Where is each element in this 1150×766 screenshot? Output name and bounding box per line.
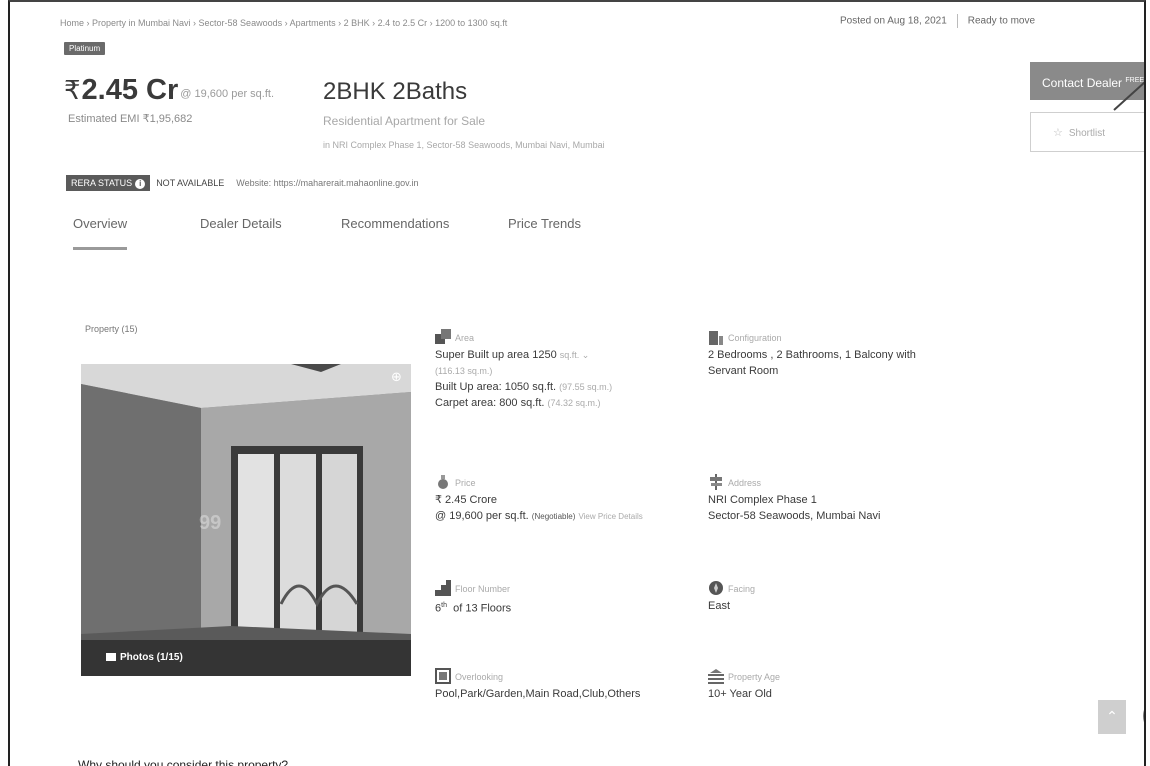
configuration-line1: 2 Bedrooms , 2 Bathrooms, 1 Balcony with bbox=[708, 349, 916, 361]
spec-heading-text: Property Age bbox=[728, 672, 781, 682]
spec-area: Area Super Built up area 1250 sq.ft. ⌄ (… bbox=[435, 329, 695, 411]
spec-heading-text: Configuration bbox=[728, 333, 782, 343]
divider bbox=[956, 14, 958, 28]
annotation-stroke bbox=[1113, 81, 1144, 111]
rera-value: NOT AVAILABLE bbox=[156, 178, 225, 188]
spec-overlooking: Overlooking Pool,Park/Garden,Main Road,C… bbox=[435, 668, 715, 702]
price-amount: 2.45 Cr bbox=[81, 74, 179, 106]
watermark: 99 bbox=[199, 512, 222, 534]
spec-heading-text: Overlooking bbox=[455, 672, 504, 682]
spec-address: Address NRI Complex Phase 1 Sector-58 Se… bbox=[708, 474, 1008, 524]
shortlist-label: Shortlist bbox=[1068, 128, 1105, 139]
address-line1: NRI Complex Phase 1 bbox=[708, 494, 817, 506]
floor-value: 6th of 13 Floors bbox=[435, 598, 695, 617]
spec-heading-text: Floor Number bbox=[455, 584, 511, 594]
spec-age-heading: Property Age bbox=[708, 668, 968, 686]
address-line2: Sector-58 Seawoods, Mumbai Navi bbox=[708, 510, 881, 522]
image-icon bbox=[106, 653, 116, 661]
page-frame: Home › Property in Mumbai Navi › Sector-… bbox=[8, 0, 1146, 766]
negotiable-label: (Negotiable) bbox=[531, 512, 576, 521]
room-image bbox=[81, 364, 411, 676]
listing-title: 2BHK 2Baths bbox=[323, 78, 468, 105]
rera-status: RERA STATUS i NOT AVAILABLE Website: https:… bbox=[66, 175, 419, 191]
per-sqft-value: @ 19,600 per sq.ft. bbox=[435, 510, 529, 522]
spec-configuration: Configuration 2 Bedrooms , 2 Bathrooms, … bbox=[708, 329, 1008, 379]
property-age-icon bbox=[708, 668, 724, 684]
chevron-down-icon[interactable]: ⌄ bbox=[579, 350, 590, 360]
carpet-sqm: (74.32 sq.m.) bbox=[547, 398, 601, 408]
listing-address: in NRI Complex Phase 1, Sector-58 Seawoo… bbox=[323, 140, 605, 150]
estimated-emi: Estimated EMI ₹1,95,682 bbox=[68, 113, 193, 125]
tab-price-trends[interactable]: Price Trends bbox=[508, 216, 581, 247]
super-built-sqm: (116.13 sq.m.) bbox=[435, 366, 493, 376]
price-per-sqft-line: @ 19,600 per sq.ft. (Negotiable) View Pr… bbox=[435, 508, 705, 525]
building-icon bbox=[708, 329, 724, 345]
built-up-sqm: (97.55 sq.m.) bbox=[559, 382, 613, 392]
floor-suffix: th bbox=[441, 602, 447, 609]
posted-date: Posted on Aug 18, 2021 bbox=[840, 15, 947, 27]
money-bag-icon bbox=[435, 474, 451, 490]
price-heading: ₹2.45 Cr @ 19,600 per sq.ft. bbox=[64, 74, 274, 107]
spec-heading-text: Address bbox=[728, 478, 762, 488]
stairs-icon bbox=[435, 580, 451, 596]
spec-facing: Facing East bbox=[708, 580, 968, 614]
carpet-area: Carpet area: 800 sq.ft. (74.32 sq.m.) bbox=[435, 395, 695, 411]
star-icon: ☆ bbox=[1053, 127, 1063, 139]
why-consider-heading: Why should you consider this property? bbox=[78, 758, 289, 766]
spec-floor: Floor Number 6th of 13 Floors bbox=[435, 580, 695, 617]
configuration-line2: Servant Room bbox=[708, 365, 779, 377]
spec-overlooking-heading: Overlooking bbox=[435, 668, 715, 686]
area-icon bbox=[435, 329, 451, 345]
rupee-symbol: ₹ bbox=[64, 75, 81, 105]
property-age-value: 10+ Year Old bbox=[708, 688, 772, 700]
breadcrumb[interactable]: Home › Property in Mumbai Navi › Sector-… bbox=[60, 18, 507, 28]
tab-dealer-details[interactable]: Dealer Details bbox=[200, 216, 282, 247]
scroll-to-top-button[interactable]: ⌃ bbox=[1098, 700, 1126, 734]
built-up-value: Built Up area: 1050 sq.ft. bbox=[435, 381, 557, 393]
view-price-details-link[interactable]: View Price Details bbox=[578, 512, 642, 521]
spec-floor-heading: Floor Number bbox=[435, 580, 695, 598]
posted-info: Posted on Aug 18, 2021 Ready to move bbox=[840, 14, 1035, 28]
property-photo[interactable]: 99 ⊕ Photos (1/15) bbox=[81, 364, 411, 676]
floor-total: of 13 Floors bbox=[453, 602, 512, 615]
super-built-area: Super Built up area 1250 sq.ft. ⌄ bbox=[435, 347, 695, 363]
spec-heading-text: Facing bbox=[728, 584, 756, 594]
spec-property-age: Property Age 10+ Year Old bbox=[708, 668, 968, 702]
rera-label: RERA STATUS bbox=[71, 178, 133, 188]
possession-status: Ready to move bbox=[967, 15, 1036, 27]
spec-heading-text: Price bbox=[455, 478, 476, 488]
listing-subtitle: Residential Apartment for Sale bbox=[323, 114, 486, 128]
super-built-value: Super Built up area 1250 bbox=[435, 349, 557, 361]
window-icon bbox=[435, 668, 451, 684]
overlooking-value: Pool,Park/Garden,Main Road,Club,Others bbox=[435, 688, 641, 700]
rera-website[interactable]: Website: https://maharerait.mahaonline.g… bbox=[236, 178, 418, 188]
tab-overview[interactable]: Overview bbox=[73, 216, 128, 250]
unit-dropdown[interactable]: sq.ft. bbox=[560, 350, 580, 360]
chevron-up-icon: ⌃ bbox=[1106, 708, 1118, 724]
tab-recommendations[interactable]: Recommendations bbox=[341, 216, 449, 247]
spec-area-heading: Area bbox=[435, 329, 695, 347]
spec-price: Price ₹ 2.45 Crore @ 19,600 per sq.ft. (… bbox=[435, 474, 705, 525]
zoom-icon[interactable]: ⊕ bbox=[391, 370, 405, 384]
platinum-badge: Platinum bbox=[64, 42, 106, 55]
facing-value: East bbox=[708, 600, 731, 612]
photos-count: Photos (1/15) bbox=[120, 652, 183, 663]
property-count: Property (15) bbox=[85, 324, 138, 334]
chat-icon[interactable] bbox=[1143, 696, 1144, 736]
built-up-area: Built Up area: 1050 sq.ft. (97.55 sq.m.) bbox=[435, 379, 695, 395]
spec-facing-heading: Facing bbox=[708, 580, 968, 598]
carpet-value: Carpet area: 800 sq.ft. bbox=[435, 397, 545, 409]
rera-badge[interactable]: RERA STATUS i bbox=[66, 175, 151, 191]
info-icon[interactable]: i bbox=[135, 179, 146, 189]
photos-bar[interactable]: Photos (1/15) bbox=[81, 640, 411, 676]
shortlist-button[interactable]: ☆ Shortlist bbox=[1030, 112, 1144, 152]
signpost-icon bbox=[708, 474, 724, 490]
spec-heading-text: Area bbox=[455, 333, 475, 343]
spec-address-heading: Address bbox=[708, 474, 1008, 492]
compass-icon bbox=[708, 580, 724, 596]
spec-configuration-heading: Configuration bbox=[708, 329, 1008, 347]
price-per-sqft: @ 19,600 per sq.ft. bbox=[180, 88, 275, 100]
price-crore: ₹ 2.45 Crore bbox=[435, 494, 498, 506]
spec-price-heading: Price bbox=[435, 474, 705, 492]
